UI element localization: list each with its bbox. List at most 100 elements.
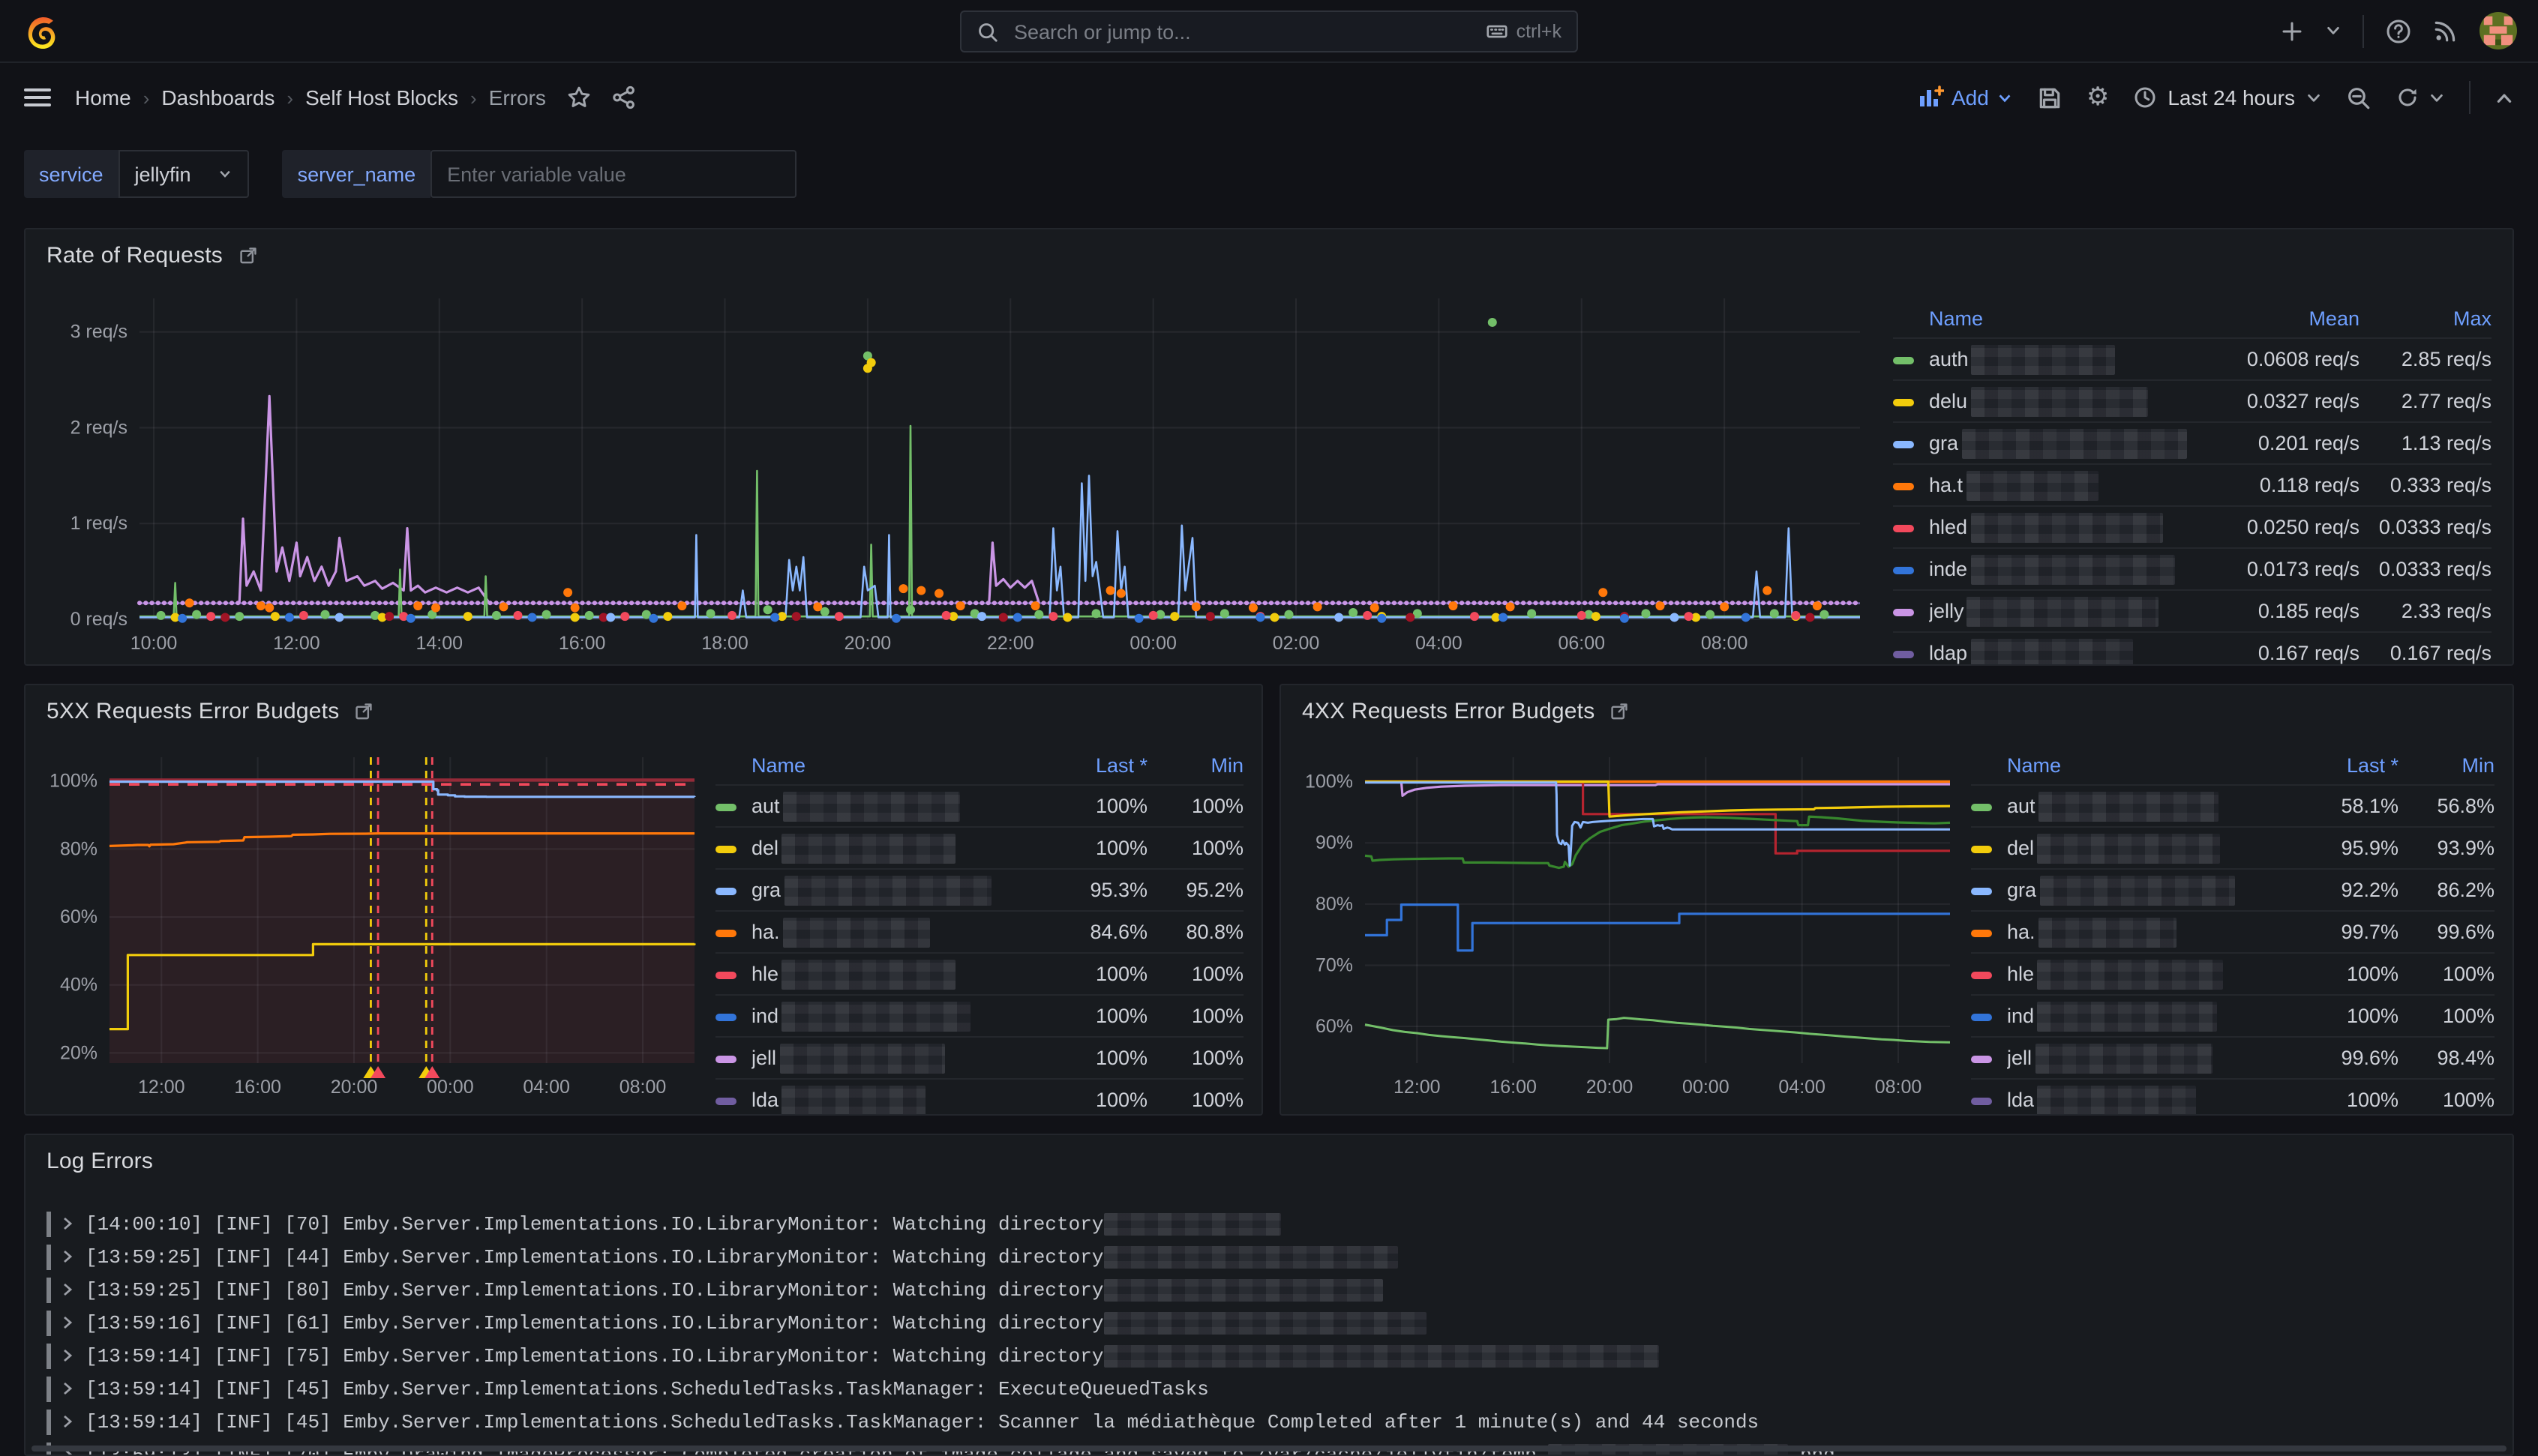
legend-swatch[interactable] xyxy=(716,826,752,868)
legend-series-name[interactable]: hled xyxy=(1929,505,2210,547)
legend-header-max[interactable]: Max xyxy=(2360,301,2492,337)
legend-series-name[interactable]: del xyxy=(2007,826,2284,868)
breadcrumb-item-home[interactable]: Home xyxy=(75,85,131,109)
log-row[interactable]: [14:00:10] [INF] [70] Emby.Server.Implem… xyxy=(46,1207,2492,1240)
external-link-icon[interactable] xyxy=(1610,701,1629,721)
external-link-icon[interactable] xyxy=(238,245,257,265)
legend-series-name[interactable]: aut xyxy=(752,784,1034,826)
legend-series-name[interactable]: hle xyxy=(752,952,1034,994)
log-row[interactable]: [13:59:14] [INF] [75] Emby.Server.Implem… xyxy=(46,1339,2492,1372)
legend-swatch[interactable] xyxy=(716,994,752,1036)
legend-swatch[interactable] xyxy=(1893,337,1929,379)
legend-series-name[interactable]: ha. xyxy=(752,910,1034,952)
legend-series-name[interactable]: ldap xyxy=(1929,631,2210,666)
zoom-out-icon[interactable] xyxy=(2346,85,2372,110)
legend-header-min[interactable]: Min xyxy=(1148,748,1244,784)
expand-chevron-icon[interactable] xyxy=(62,1249,74,1264)
legend-series-name[interactable]: lda xyxy=(2007,1078,2284,1116)
refresh-button[interactable] xyxy=(2396,85,2445,109)
legend-series-name[interactable]: ind xyxy=(752,994,1034,1036)
legend-series-name[interactable]: hle xyxy=(2007,952,2284,994)
variable-input[interactable] xyxy=(430,150,796,198)
log-row[interactable]: [13:59:16] [INF] [61] Emby.Server.Implem… xyxy=(46,1306,2492,1339)
variable-select[interactable]: jellyfin xyxy=(118,150,250,198)
legend-swatch[interactable] xyxy=(716,784,752,826)
legend-swatch[interactable] xyxy=(1971,1036,2007,1078)
legend-swatch[interactable] xyxy=(716,1078,752,1116)
4xx-error-budgets-chart[interactable]: 12:0016:0020:0000:0004:0008:0060%70%80%9… xyxy=(1287,736,1959,1111)
menu-icon[interactable] xyxy=(24,87,51,108)
add-button[interactable]: Add xyxy=(1918,85,2013,109)
plus-icon[interactable] xyxy=(2280,19,2304,43)
time-range-picker[interactable]: Last 24 hours xyxy=(2133,85,2322,109)
legend-swatch[interactable] xyxy=(1893,589,1929,631)
help-icon[interactable] xyxy=(2385,17,2412,44)
legend-swatch[interactable] xyxy=(1893,505,1929,547)
legend-header-last[interactable]: Last * xyxy=(1034,748,1148,784)
legend-series-name[interactable]: ind xyxy=(2007,994,2284,1036)
legend-series-name[interactable]: ha.t xyxy=(1929,463,2210,505)
search-field[interactable] xyxy=(1011,19,1473,44)
expand-chevron-icon[interactable] xyxy=(62,1216,74,1231)
star-icon[interactable] xyxy=(567,85,591,109)
legend-swatch[interactable] xyxy=(1971,826,2007,868)
legend-swatch[interactable] xyxy=(716,952,752,994)
legend-series-name[interactable]: jell xyxy=(752,1036,1034,1078)
legend-swatch[interactable] xyxy=(1971,952,2007,994)
panel-title[interactable]: Log Errors xyxy=(46,1148,153,1173)
legend-swatch[interactable] xyxy=(716,910,752,952)
gear-icon[interactable]: ⚙ xyxy=(2086,82,2110,112)
legend-header-mean[interactable]: Mean xyxy=(2210,301,2360,337)
legend-header-last[interactable]: Last * xyxy=(2284,748,2398,784)
legend-swatch[interactable] xyxy=(1893,631,1929,666)
legend-series-name[interactable]: aut xyxy=(2007,784,2284,826)
legend-series-name[interactable]: lda xyxy=(752,1078,1034,1116)
legend-series-name[interactable]: ha. xyxy=(2007,910,2284,952)
expand-chevron-icon[interactable] xyxy=(62,1381,74,1396)
rate-of-requests-chart[interactable]: 10:0012:0014:0016:0018:0020:0022:0000:00… xyxy=(34,280,1872,664)
legend-series-name[interactable]: jell xyxy=(2007,1036,2284,1078)
log-row[interactable]: [13:59:14] [INF] [45] Emby.Server.Implem… xyxy=(46,1405,2492,1438)
chevron-down-icon[interactable] xyxy=(2325,22,2342,39)
log-row[interactable]: [13:59:25] [INF] [44] Emby.Server.Implem… xyxy=(46,1240,2492,1273)
legend-series-name[interactable]: jelly xyxy=(1929,589,2210,631)
legend-swatch[interactable] xyxy=(1971,784,2007,826)
legend-series-name[interactable]: auth xyxy=(1929,337,2210,379)
legend-header-name[interactable]: Name xyxy=(2007,748,2284,784)
save-icon[interactable] xyxy=(2037,85,2062,110)
panel-title[interactable]: 5XX Requests Error Budgets xyxy=(46,698,339,724)
search-input[interactable]: ctrl+k xyxy=(960,10,1578,52)
breadcrumb-item-self-host-blocks[interactable]: Self Host Blocks xyxy=(305,85,458,109)
legend-series-name[interactable]: gra xyxy=(1929,421,2210,463)
legend-swatch[interactable] xyxy=(1893,463,1929,505)
legend-series-name[interactable]: gra xyxy=(2007,868,2284,910)
log-row[interactable]: [13:59:14] [INF] [45] Emby.Server.Implem… xyxy=(46,1372,2492,1405)
legend-series-name[interactable]: gra xyxy=(752,868,1034,910)
expand-chevron-icon[interactable] xyxy=(62,1414,74,1429)
expand-chevron-icon[interactable] xyxy=(62,1315,74,1330)
horizontal-scrollbar[interactable] xyxy=(32,1446,2506,1452)
expand-chevron-icon[interactable] xyxy=(62,1282,74,1297)
legend-series-name[interactable]: inde xyxy=(1929,547,2210,589)
legend-swatch[interactable] xyxy=(1971,1078,2007,1116)
legend-swatch[interactable] xyxy=(1971,910,2007,952)
log-row[interactable]: [13:59:25] [INF] [80] Emby.Server.Implem… xyxy=(46,1273,2492,1306)
external-link-icon[interactable] xyxy=(354,701,374,721)
avatar[interactable] xyxy=(2480,12,2517,49)
legend-header-name[interactable]: Name xyxy=(752,748,1034,784)
panel-title[interactable]: 4XX Requests Error Budgets xyxy=(1302,698,1594,724)
legend-header-name[interactable]: Name xyxy=(1929,301,2210,337)
legend-swatch[interactable] xyxy=(1971,994,2007,1036)
legend-swatch[interactable] xyxy=(1893,421,1929,463)
legend-series-name[interactable]: delu xyxy=(1929,379,2210,421)
expand-chevron-icon[interactable] xyxy=(62,1348,74,1363)
share-icon[interactable] xyxy=(612,85,636,109)
legend-header-min[interactable]: Min xyxy=(2398,748,2494,784)
breadcrumb-item-dashboards[interactable]: Dashboards xyxy=(161,85,274,109)
legend-swatch[interactable] xyxy=(716,868,752,910)
5xx-error-budgets-chart[interactable]: 12:0016:0020:0000:0004:0008:0020%40%60%8… xyxy=(32,736,704,1111)
rss-icon[interactable] xyxy=(2433,18,2458,43)
legend-swatch[interactable] xyxy=(716,1036,752,1078)
legend-swatch[interactable] xyxy=(1893,379,1929,421)
legend-series-name[interactable]: del xyxy=(752,826,1034,868)
